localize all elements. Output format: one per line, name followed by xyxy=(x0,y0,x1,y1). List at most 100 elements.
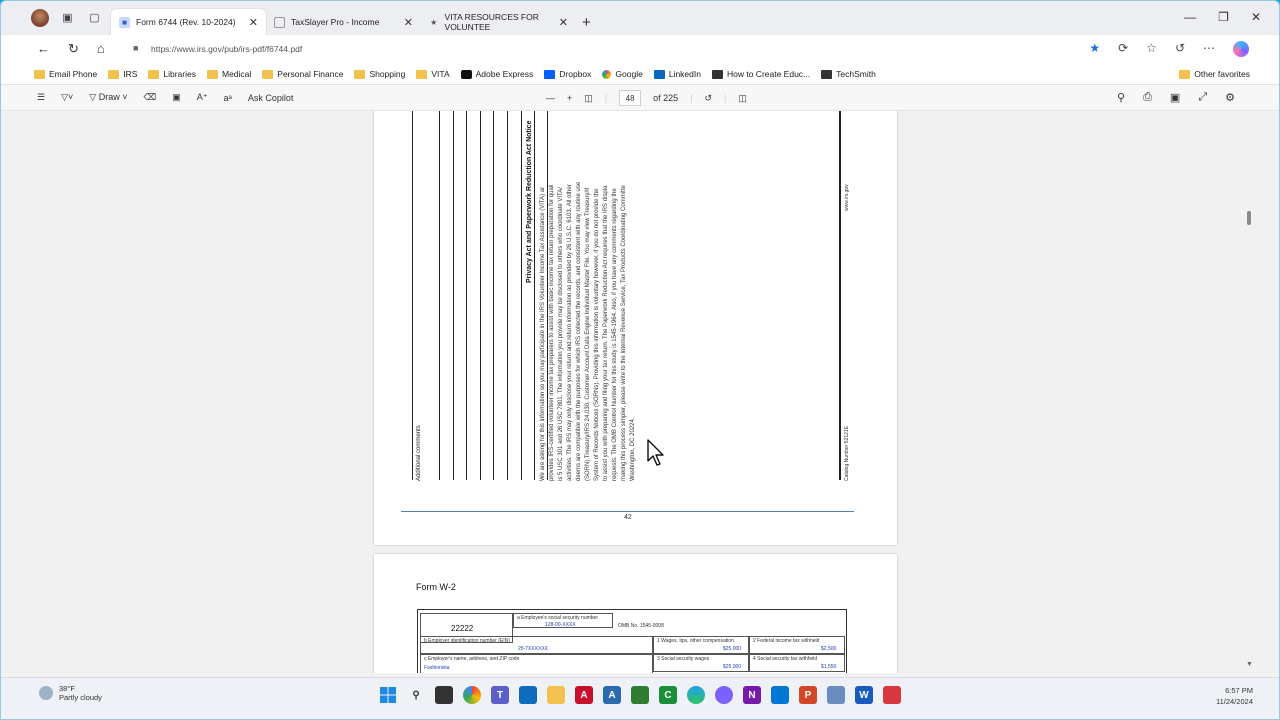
close-window-icon[interactable]: ✕ xyxy=(1251,10,1261,24)
favorite-email-phone[interactable]: Email Phone xyxy=(34,69,97,79)
acrobat-icon[interactable]: A xyxy=(575,686,593,704)
copilot-icon[interactable] xyxy=(1233,41,1249,57)
draw-button[interactable]: ▽ Draw ˅ xyxy=(89,92,127,103)
system-clock[interactable]: 6:57 PM 11/24/2024 xyxy=(1216,685,1253,707)
spreadsheet-icon[interactable] xyxy=(631,686,649,704)
minimize-icon[interactable]: — xyxy=(1184,10,1196,24)
folder-icon xyxy=(262,69,274,79)
privacy-line: is 5 USC 301 and 26 USC 7801. The inform… xyxy=(558,187,564,481)
favorite-shopping[interactable]: Shopping xyxy=(354,69,405,79)
chrome-icon[interactable] xyxy=(463,686,481,704)
start-icon[interactable] xyxy=(379,686,397,704)
favorite-personal-finance[interactable]: Personal Finance xyxy=(262,69,343,79)
teams-icon[interactable]: T xyxy=(491,686,509,704)
file-explorer-icon[interactable] xyxy=(547,686,565,704)
profile-avatar[interactable] xyxy=(31,9,49,27)
favorite-adobe-express[interactable]: Adobe Express xyxy=(460,69,533,79)
favorite-google[interactable]: Google xyxy=(602,69,643,79)
onenote-icon[interactable]: N xyxy=(743,686,761,704)
fullscreen-icon[interactable]: ⤢ xyxy=(1198,91,1207,104)
back-icon[interactable]: ← xyxy=(37,41,50,57)
fit-page-icon[interactable]: ◫ xyxy=(584,93,593,104)
close-icon[interactable]: ✕ xyxy=(249,16,258,29)
favorites-icon[interactable]: ☆ xyxy=(1146,41,1157,57)
tab-form-6744[interactable]: ■ Form 6744 (Rev. 10-2024) ✕ xyxy=(111,9,266,35)
screen-recorder-icon[interactable] xyxy=(883,686,901,704)
new-tab-icon[interactable]: + xyxy=(582,14,591,31)
favorite-star-icon[interactable]: ★ xyxy=(1089,41,1100,57)
zoom-in-icon[interactable]: + xyxy=(567,93,572,103)
pdf-viewer[interactable]: Additional comments Privacy Act and Pape… xyxy=(1,111,1279,673)
lock-icon[interactable]: ■ xyxy=(133,43,138,53)
linkedin-icon xyxy=(653,69,665,79)
favorite-linkedin[interactable]: LinkedIn xyxy=(653,69,701,79)
page-view-icon[interactable]: ◫ xyxy=(738,93,747,104)
rotate-icon[interactable]: ↺ xyxy=(705,93,713,104)
favorite-irs[interactable]: IRS xyxy=(108,69,137,79)
privacy-line: System of Records Notices (SORNs). Provi… xyxy=(594,188,600,481)
contents-icon[interactable]: ☰ xyxy=(37,92,45,103)
calculator-icon[interactable] xyxy=(519,686,537,704)
powerpoint-icon[interactable]: P xyxy=(799,686,817,704)
close-icon[interactable]: ✕ xyxy=(559,16,568,29)
workspaces-icon[interactable]: ▣ xyxy=(59,9,76,26)
snipping-tool-icon[interactable] xyxy=(827,686,845,704)
camtasia-icon[interactable]: C xyxy=(659,686,677,704)
page-number-input[interactable]: 48 xyxy=(619,90,642,106)
refresh-icon[interactable]: ↻ xyxy=(68,41,79,57)
translate-icon[interactable]: aᵃ xyxy=(224,93,232,103)
tab-list: ■ Form 6744 (Rev. 10-2024) ✕ TaxSlayer P… xyxy=(111,9,591,35)
history-icon[interactable]: ↺ xyxy=(1175,41,1185,57)
save-icon[interactable]: ▣ xyxy=(1170,91,1180,104)
favorite-techsmith[interactable]: TechSmith xyxy=(821,69,876,79)
zoom-out-icon[interactable]: — xyxy=(546,93,555,103)
box3-label: 3 Social security wages xyxy=(657,656,710,662)
catalog-number: Catalog Number 52121E xyxy=(844,425,850,481)
tab-actions-icon[interactable]: ▢ xyxy=(86,9,103,26)
taskbar: 38°F Partly cloudy ⚲ T A A C N P W 6:57 … xyxy=(1,677,1279,719)
adobe-express-icon xyxy=(460,69,472,79)
copilot-app-icon[interactable] xyxy=(715,686,733,704)
more-icon[interactable]: ⋯ xyxy=(1203,41,1215,57)
highlight-icon[interactable]: ▽˅ xyxy=(61,92,73,103)
folder-icon xyxy=(34,69,45,79)
form-right-border xyxy=(839,111,841,480)
eraser-icon[interactable]: ⌫ xyxy=(143,92,156,103)
home-icon[interactable]: ⌂ xyxy=(97,41,105,57)
app-icon[interactable]: A xyxy=(603,686,621,704)
tab-strip-left-icons: ▣ ▢ xyxy=(31,9,103,27)
other-favorites[interactable]: Other favorites xyxy=(1179,69,1250,79)
weather-widget[interactable]: 38°F Partly cloudy xyxy=(39,684,102,702)
edge-icon[interactable] xyxy=(687,686,705,704)
scroll-down-icon[interactable]: ▼ xyxy=(1246,661,1253,668)
rule-line xyxy=(507,111,508,480)
tab-taxslayer[interactable]: TaxSlayer Pro - Income ✕ xyxy=(266,9,421,35)
read-aloud-icon[interactable]: A⁺ xyxy=(197,92,208,103)
favorite-vita[interactable]: VITA xyxy=(416,69,450,79)
add-text-icon[interactable]: ▣ xyxy=(172,92,181,103)
extensions-icon[interactable]: ⟳ xyxy=(1118,41,1128,57)
url-field[interactable]: ■ https://www.irs.gov/pub/irs-pdf/f6744.… xyxy=(133,38,1083,60)
rule-line xyxy=(480,111,481,480)
search-taskbar-icon[interactable]: ⚲ xyxy=(407,686,425,704)
word-icon[interactable]: W xyxy=(855,686,873,704)
vertical-scrollbar[interactable]: ▲ ▼ xyxy=(1245,111,1253,673)
search-icon[interactable]: ⚲ xyxy=(1117,91,1125,104)
toolbar-divider: | xyxy=(724,93,727,103)
outlook-icon[interactable] xyxy=(771,686,789,704)
favorite-libraries[interactable]: Libraries xyxy=(148,69,196,79)
rule-line xyxy=(521,111,522,480)
restore-icon[interactable]: ❐ xyxy=(1218,10,1229,24)
print-icon[interactable]: ⎙ xyxy=(1143,91,1152,104)
close-icon[interactable]: ✕ xyxy=(404,16,413,29)
scrollbar-thumb[interactable] xyxy=(1247,211,1251,225)
favorite-label: Dropbox xyxy=(559,69,592,79)
favorite-medical[interactable]: Medical xyxy=(206,69,251,79)
favorite-how-to-create[interactable]: How to Create Educ... xyxy=(711,69,810,79)
favorite-dropbox[interactable]: Dropbox xyxy=(544,69,591,79)
ask-copilot-button[interactable]: Ask Copilot xyxy=(248,93,294,103)
tab-vita-resources[interactable]: ★ VITA RESOURCES FOR VOLUNTEE ✕ xyxy=(421,9,576,35)
w2-form: 22222 a Employee's social security numbe… xyxy=(417,609,847,673)
task-view-icon[interactable] xyxy=(435,686,453,704)
settings-gear-icon[interactable]: ⚙ xyxy=(1225,91,1235,104)
